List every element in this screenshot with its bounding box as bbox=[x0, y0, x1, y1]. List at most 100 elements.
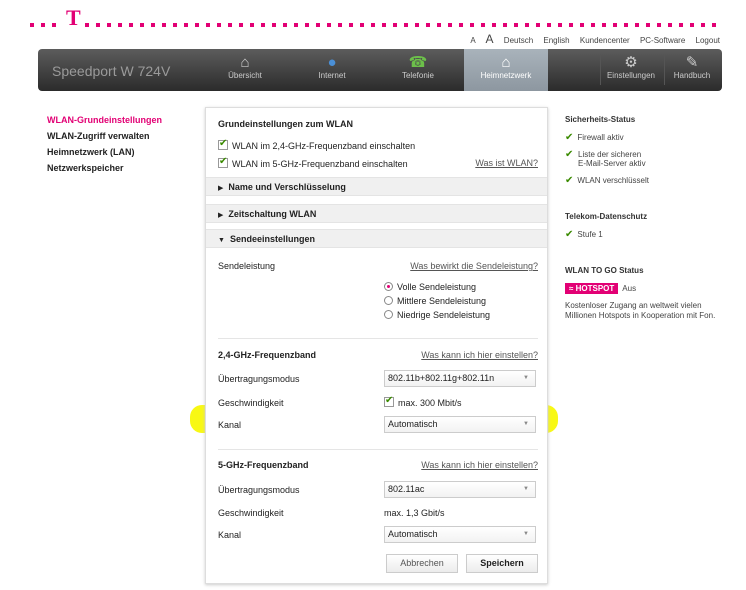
telekom-dot bbox=[646, 23, 650, 27]
telekom-logo[interactable]: T bbox=[66, 7, 81, 29]
menu-item-wlan-grundeinstellungen[interactable]: WLAN-Grundeinstellungen bbox=[47, 115, 162, 125]
check-icon: ✔ bbox=[565, 149, 574, 160]
telekom-dot bbox=[294, 23, 298, 27]
radio-low-row[interactable]: Niedrige Sendeleistung bbox=[384, 310, 544, 320]
telekom-dot bbox=[459, 23, 463, 27]
nav-uebersicht[interactable]: ⌂ Übersicht bbox=[210, 49, 280, 91]
font-small-link[interactable]: A bbox=[470, 36, 475, 45]
nav-heimnetzwerk[interactable]: ⌂ Heimnetzwerk bbox=[464, 49, 548, 91]
nav-label: Telefonie bbox=[401, 71, 435, 80]
menu-item-wlan-zugriff[interactable]: WLAN-Zugriff verwalten bbox=[47, 131, 162, 141]
telekom-dot bbox=[30, 23, 34, 27]
telekom-dot bbox=[96, 23, 100, 27]
telekom-dot bbox=[624, 23, 628, 27]
band5-mode-select[interactable]: 802.11ac ▼ bbox=[384, 481, 536, 498]
home-network-icon: ⌂ bbox=[501, 54, 511, 71]
band5-channel-select[interactable]: Automatisch ▼ bbox=[384, 526, 536, 543]
privacy-level: ✔ Stufe 1 bbox=[565, 229, 740, 240]
radio-mid-row[interactable]: Mittlere Sendeleistung bbox=[384, 296, 544, 306]
telekom-dot bbox=[129, 23, 133, 27]
telekom-dot bbox=[558, 23, 562, 27]
telekom-dot bbox=[415, 23, 419, 27]
save-button[interactable]: Speichern bbox=[466, 554, 538, 573]
pc-software-link[interactable]: PC-Software bbox=[640, 36, 685, 45]
telekom-dot bbox=[679, 23, 683, 27]
wlan-to-go-title: WLAN TO GO Status bbox=[565, 266, 644, 275]
band24-header-row: 2,4-GHz-Frequenzband Was kann ich hier e… bbox=[218, 350, 538, 360]
status-wlan-encrypted: ✔ WLAN verschlüsselt bbox=[565, 175, 740, 186]
menu-item-heimnetzwerk-lan[interactable]: Heimnetzwerk (LAN) bbox=[47, 147, 162, 157]
nav-label: Heimnetzwerk bbox=[480, 71, 532, 80]
telekom-dot bbox=[316, 23, 320, 27]
telekom-dot bbox=[690, 23, 694, 27]
radio-mid-power[interactable] bbox=[384, 296, 393, 305]
telekom-dot bbox=[426, 23, 430, 27]
nav-einstellungen[interactable]: ⚙ Einstellungen bbox=[602, 49, 660, 91]
telekom-dot bbox=[173, 23, 177, 27]
accordion-label: Zeitschaltung WLAN bbox=[228, 209, 317, 219]
device-brand: Speedport W 724V bbox=[52, 63, 171, 79]
status-text: Stufe 1 bbox=[577, 230, 603, 239]
telekom-dot bbox=[217, 23, 221, 27]
accordion-label: Sendeeinstellungen bbox=[229, 234, 315, 244]
font-large-link[interactable]: A bbox=[486, 32, 494, 46]
telekom-dot bbox=[239, 23, 243, 27]
telekom-dot bbox=[514, 23, 518, 27]
wlan-24-checkbox[interactable] bbox=[218, 138, 228, 150]
telekom-dot bbox=[668, 23, 672, 27]
accordion-name-encryption[interactable]: ▶ Name und Verschlüsselung bbox=[206, 177, 547, 196]
top-links: A A Deutsch English Kundencenter PC-Soft… bbox=[462, 32, 720, 46]
telekom-dot bbox=[547, 23, 551, 27]
section-title: Grundeinstellungen zum WLAN bbox=[218, 119, 353, 129]
phone-icon: ☎ bbox=[408, 54, 428, 71]
menu-item-netzwerkspeicher[interactable]: Netzwerkspeicher bbox=[47, 163, 162, 173]
wlan-5-checkbox[interactable] bbox=[218, 156, 228, 168]
what-is-wlan-link[interactable]: Was ist WLAN? bbox=[475, 158, 538, 168]
status-mailserver: ✔ Liste der sicheren E-Mail-Server aktiv bbox=[565, 149, 740, 168]
band5-help-link[interactable]: Was kann ich hier einstellen? bbox=[421, 460, 538, 470]
wlan-5-label: WLAN im 5-GHz-Frequenzband einschalten bbox=[232, 159, 408, 169]
telekom-dot bbox=[492, 23, 496, 27]
nav-separator bbox=[600, 55, 601, 85]
customer-center-link[interactable]: Kundencenter bbox=[580, 36, 630, 45]
band24-help-link[interactable]: Was kann ich hier einstellen? bbox=[421, 350, 538, 360]
band5-header-row: 5-GHz-Frequenzband Was kann ich hier ein… bbox=[218, 460, 538, 470]
lang-de-link[interactable]: Deutsch bbox=[504, 36, 533, 45]
logout-link[interactable]: Logout bbox=[696, 36, 720, 45]
telekom-dot bbox=[184, 23, 188, 27]
send-power-help-link[interactable]: Was bewirkt die Sendeleistung? bbox=[410, 261, 538, 271]
cancel-button[interactable]: Abbrechen bbox=[386, 554, 458, 573]
wlan-to-go-description: Kostenloser Zugang an weltweit vielen Mi… bbox=[565, 301, 716, 320]
wlan-24-label: WLAN im 2,4-GHz-Frequenzband einschalten bbox=[232, 141, 416, 151]
nav-label: Einstellungen bbox=[606, 71, 656, 80]
divider bbox=[218, 338, 538, 339]
nav-handbuch[interactable]: ✎ Handbuch bbox=[666, 49, 718, 91]
band24-channel-select[interactable]: Automatisch ▼ bbox=[384, 416, 536, 433]
band24-mode-select[interactable]: 802.11b+802.11g+802.11n ▼ bbox=[384, 370, 536, 387]
band5-speed-value: max. 1,3 Gbit/s bbox=[384, 508, 445, 518]
telekom-dot bbox=[712, 23, 716, 27]
accordion-label: Name und Verschlüsselung bbox=[228, 182, 346, 192]
accordion-send-settings[interactable]: ▼ Sendeeinstellungen bbox=[206, 229, 547, 248]
main-navigation: Speedport W 724V ⌂ Übersicht ● Internet … bbox=[38, 49, 722, 91]
accordion-timer[interactable]: ▶ Zeitschaltung WLAN bbox=[206, 204, 547, 223]
telekom-dot bbox=[470, 23, 474, 27]
telekom-dot bbox=[536, 23, 540, 27]
radio-full-row[interactable]: Volle Sendeleistung bbox=[384, 282, 544, 292]
telekom-dot bbox=[701, 23, 705, 27]
radio-full-power[interactable] bbox=[384, 282, 393, 291]
select-value: Automatisch bbox=[388, 419, 438, 429]
home-icon: ⌂ bbox=[240, 54, 250, 71]
gear-icon: ⚙ bbox=[624, 54, 638, 71]
privacy-title: Telekom-Datenschutz bbox=[565, 212, 648, 221]
nav-internet[interactable]: ● Internet bbox=[292, 49, 372, 91]
radio-low-power[interactable] bbox=[384, 310, 393, 319]
telekom-dot bbox=[151, 23, 155, 27]
lang-en-link[interactable]: English bbox=[543, 36, 569, 45]
telekom-dot bbox=[261, 23, 265, 27]
telekom-dot bbox=[393, 23, 397, 27]
nav-telefonie[interactable]: ☎ Telefonie bbox=[378, 49, 458, 91]
telekom-dot bbox=[140, 23, 144, 27]
nav-label: Internet bbox=[318, 71, 346, 80]
band24-speed-checkbox[interactable] bbox=[384, 395, 394, 407]
